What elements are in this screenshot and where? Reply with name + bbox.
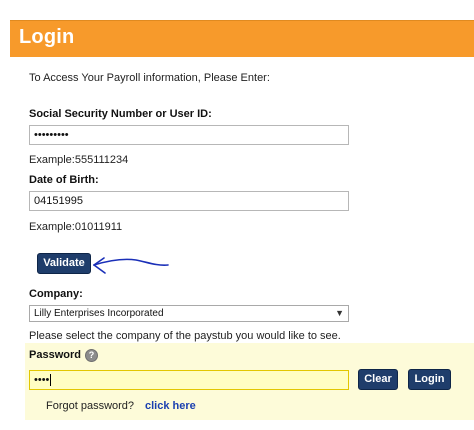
page-title: Login [19,26,75,48]
password-label: Password [29,349,81,361]
login-page: Login To Access Your Payroll information… [0,0,474,430]
company-label: Company: [29,288,83,300]
forgot-password-link[interactable]: click here [145,400,196,412]
validate-button[interactable]: Validate [37,253,91,274]
login-button[interactable]: Login [408,369,451,390]
dob-example: Example:01011911 [29,221,123,233]
dob-input[interactable]: 04151995 [29,191,349,211]
annotation-arrow-icon [93,257,169,274]
ssn-input[interactable]: ••••••••• [29,125,349,145]
clear-button[interactable]: Clear [358,369,398,390]
company-select[interactable]: Lilly Enterprises Incorporated ▼ [29,305,349,322]
dob-label: Date of Birth: [29,174,99,186]
header-bar: Login [10,20,474,57]
ssn-label: Social Security Number or User ID: [29,108,212,120]
text-cursor [50,374,52,387]
help-icon[interactable]: ? [85,349,98,362]
password-value: •••• [34,374,50,386]
company-hint: Please select the company of the paystub… [29,330,341,342]
chevron-down-icon: ▼ [335,308,344,318]
company-selected-value: Lilly Enterprises Incorporated [34,308,164,319]
intro-text: To Access Your Payroll information, Plea… [29,72,270,84]
forgot-password-text: Forgot password? [46,400,135,412]
ssn-example: Example:555111234 [29,154,129,166]
password-input[interactable]: •••• [29,370,349,390]
